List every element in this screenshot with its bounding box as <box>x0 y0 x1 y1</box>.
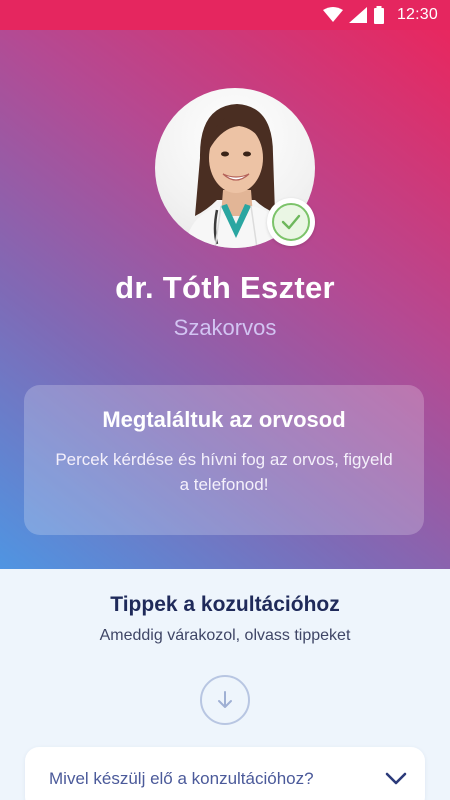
chevron-down-icon <box>385 772 407 785</box>
doctor-specialty: Szakorvos <box>173 315 277 340</box>
tips-title: Tippek a kozultációhoz <box>110 593 340 616</box>
signal-icon <box>348 7 367 23</box>
wifi-icon <box>322 7 343 22</box>
doctor-hero: dr. Tóth Eszter Szakorvos Megtaláltuk az… <box>0 30 450 569</box>
tips-section: Tippek a kozultációhoz Ameddig várakozol… <box>0 569 450 800</box>
doctor-name: dr. Tóth Eszter <box>115 270 335 305</box>
status-time: 12:30 <box>396 6 438 23</box>
doctor-found-card: Megtaláltuk az orvosod Percek kérdése és… <box>24 385 424 535</box>
faq-question: Mivel készülj elő a konzultációhoz? <box>49 769 314 788</box>
scroll-down-button[interactable] <box>200 675 250 725</box>
faq-item-preparation[interactable]: Mivel készülj elő a konzultációhoz? <box>25 747 425 800</box>
battery-icon <box>373 6 384 24</box>
found-card-text: Percek kérdése és hívni fog az orvos, fi… <box>55 450 393 494</box>
verified-badge <box>267 198 315 246</box>
check-icon <box>281 214 301 230</box>
status-bar: 12:30 <box>0 0 450 30</box>
tips-subtitle: Ameddig várakozol, olvass tippeket <box>99 627 351 644</box>
doctor-avatar-container <box>155 88 315 248</box>
found-card-title: Megtaláltuk az orvosod <box>102 407 346 432</box>
arrow-down-icon <box>218 691 232 708</box>
